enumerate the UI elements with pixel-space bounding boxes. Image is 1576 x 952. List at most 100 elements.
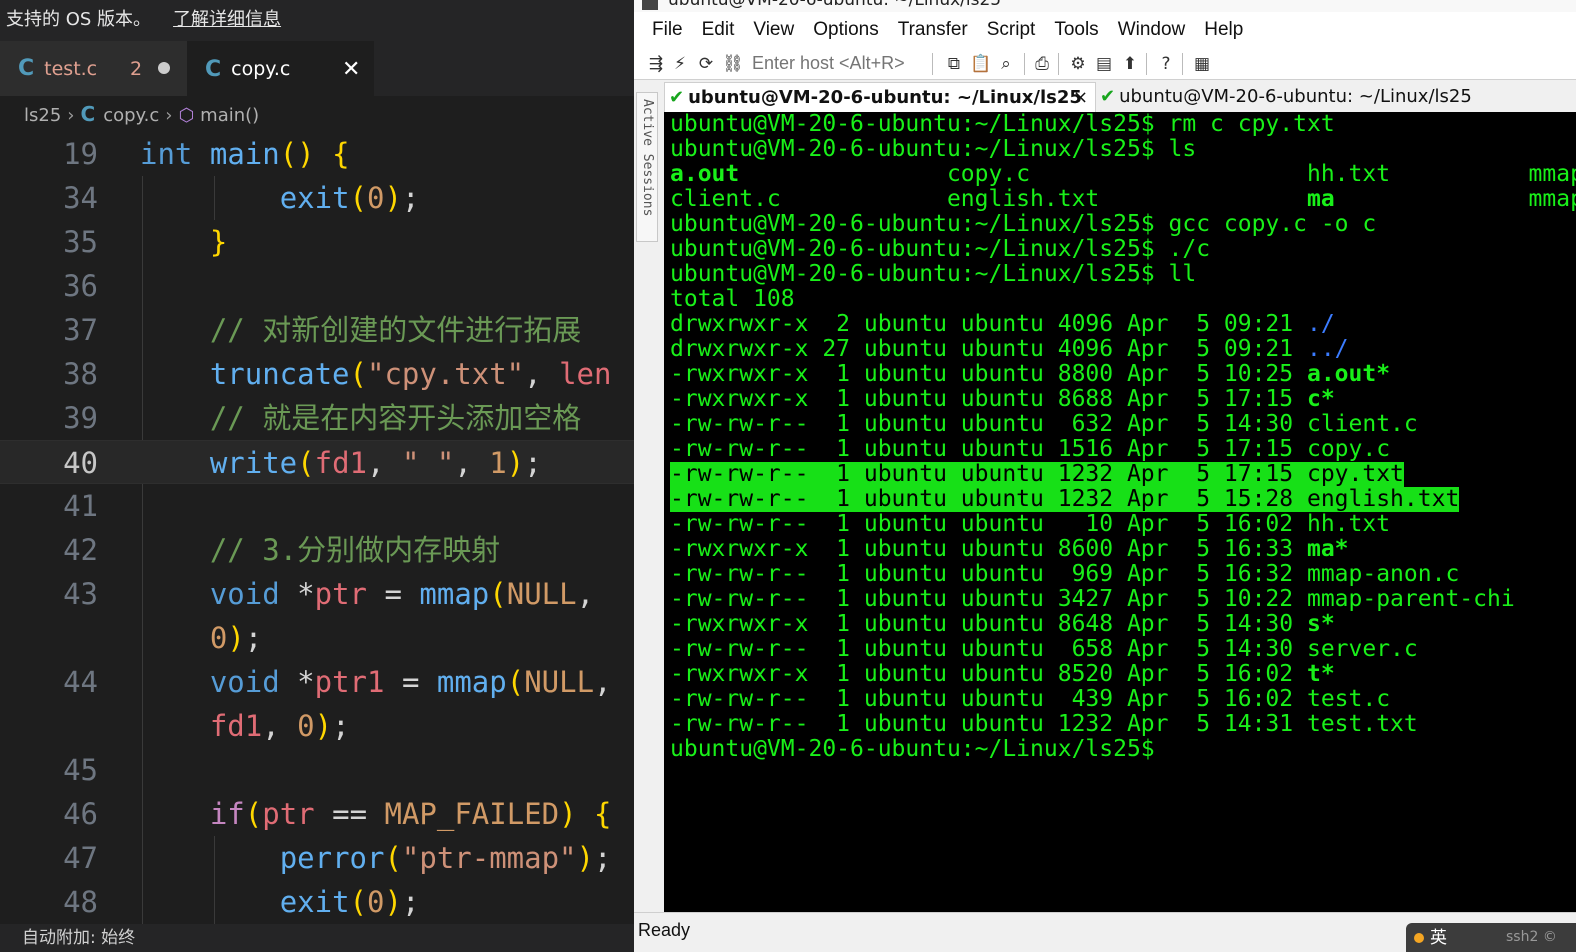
line-number: 39 <box>63 401 98 435</box>
quick-connect-icon[interactable]: ⚡ <box>670 53 690 75</box>
sftp-icon[interactable]: ⬆ <box>1120 53 1140 75</box>
menu-tools[interactable]: Tools <box>1054 19 1098 41</box>
status-bar: Ready 英 ssh2 © <box>634 912 1576 952</box>
code-text: } <box>209 225 228 259</box>
code-line[interactable]: 19 int main() { <box>0 132 634 176</box>
file-listing-row: -rw-rw-r-- 1 ubuntu ubuntu 3427 Apr 5 10… <box>670 586 1515 612</box>
securecrt-window: ubuntu@VM-20-6-ubuntu: ~/Linux/ls25 File… <box>634 0 1576 952</box>
learn-more-link[interactable]: 了解详细信息 <box>173 9 281 30</box>
code-text: void *ptr = mmap(NULL, <box>209 577 595 611</box>
terminal-command-line: ubuntu@VM-20-6-ubuntu:~/Linux/ls25$ ./c <box>670 236 1211 262</box>
tab-copy-c[interactable]: C copy.c ✕ <box>187 41 374 96</box>
active-sessions-tab[interactable]: Active Sessions <box>636 92 658 242</box>
menu-transfer[interactable]: Transfer <box>898 19 968 41</box>
c-file-icon: C <box>205 56 222 82</box>
session-sidebar: Active Sessions <box>634 82 662 912</box>
line-number: 48 <box>63 885 98 919</box>
symbol-method-icon: ⬡ <box>178 105 195 126</box>
line-number: 41 <box>63 489 98 523</box>
code-line[interactable]: 0); <box>0 616 634 660</box>
status-text: Ready <box>638 920 691 940</box>
menu-window[interactable]: Window <box>1118 19 1186 41</box>
code-line[interactable]: 38 truncate("cpy.txt", len <box>0 352 634 396</box>
code-line[interactable]: 34 exit(0); <box>0 176 634 220</box>
code-line[interactable]: 43 void *ptr = mmap(NULL, <box>0 572 634 616</box>
toolbar: ⇶ ⚡ ⟳ ⛓ ⧉ 📋 ⌕ ⎙ ⚙ ▤ ⬆ ? ▦ <box>634 48 1576 80</box>
tab-label: copy.c <box>231 58 291 80</box>
file-listing-row: -rwxrwxr-x 1 ubuntu ubuntu 8520 Apr 5 16… <box>670 661 1335 687</box>
menu-view[interactable]: View <box>753 19 794 41</box>
code-text: int main() { <box>140 137 350 171</box>
status-bar-auto-attach[interactable]: 自动附加: 始终 <box>0 924 634 952</box>
terminal-command-line: ubuntu@VM-20-6-ubuntu:~/Linux/ls25$ gcc … <box>670 211 1377 237</box>
file-listing-row: -rwxrwxr-x 1 ubuntu ubuntu 8648 Apr 5 14… <box>670 611 1335 637</box>
ls-output-row: a.out copy.c hh.txt mmap-anon.c s <box>670 161 1576 187</box>
line-number: 38 <box>63 357 98 391</box>
code-text: if(ptr == MAP_FAILED) { <box>209 797 612 831</box>
file-listing-row: -rw-rw-r-- 1 ubuntu ubuntu 10 Apr 5 16:0… <box>670 511 1391 537</box>
menu-options[interactable]: Options <box>813 19 878 41</box>
unsaved-dot-icon[interactable] <box>158 62 170 74</box>
code-line[interactable]: 37 // 对新创建的文件进行拓展 <box>0 308 634 352</box>
code-text: // 就是在内容开头添加空格 <box>209 401 582 435</box>
paste-icon[interactable]: 📋 <box>970 53 991 75</box>
find-icon[interactable]: ⌕ <box>996 53 1016 75</box>
c-file-icon: C <box>18 56 35 81</box>
code-line[interactable]: 42 // 3.分别做内存映射 <box>0 528 634 572</box>
code-line[interactable]: fd1, 0); <box>0 704 634 748</box>
breadcrumb-folder[interactable]: ls25 <box>24 105 61 126</box>
code-line[interactable]: 46 if(ptr == MAP_FAILED) { <box>0 792 634 836</box>
chevron-right-icon: › <box>165 105 173 126</box>
menu-file[interactable]: File <box>652 19 683 41</box>
file-listing-row: -rwxrwxr-x 1 ubuntu ubuntu 8800 Apr 5 10… <box>670 361 1391 387</box>
code-line[interactable]: 35 } <box>0 220 634 264</box>
menu-help[interactable]: Help <box>1204 19 1243 41</box>
copy-icon[interactable]: ⧉ <box>944 53 964 75</box>
disconnect-icon[interactable]: ⛓ <box>722 53 744 75</box>
ime-language: 英 <box>1430 928 1447 948</box>
close-icon[interactable]: × <box>1073 83 1088 113</box>
close-icon[interactable]: ✕ <box>342 57 360 82</box>
terminal-output[interactable]: ubuntu@VM-20-6-ubuntu:~/Linux/ls25$ rm c… <box>664 112 1576 912</box>
file-listing-row: -rwxrwxr-x 1 ubuntu ubuntu 8600 Apr 5 16… <box>670 536 1349 562</box>
menu-edit[interactable]: Edit <box>702 19 735 41</box>
code-line[interactable]: 47 perror("ptr-mmap"); <box>0 836 634 880</box>
session-tab-2[interactable]: ✔ ubuntu@VM-20-6-ubuntu: ~/Linux/ls25 <box>1096 82 1476 112</box>
file-listing-row: -rw-rw-r-- 1 ubuntu ubuntu 658 Apr 5 14:… <box>670 636 1418 662</box>
os-version-notice: 支持的 OS 版本。 了解详细信息 <box>0 0 634 41</box>
session-manager-icon[interactable]: ▦ <box>1192 53 1212 75</box>
window-title-bar: ubuntu@VM-20-6-ubuntu: ~/Linux/ls25 <box>634 0 1576 12</box>
help-icon[interactable]: ? <box>1156 53 1176 75</box>
reconnect-icon[interactable]: ⟳ <box>696 53 716 75</box>
toolbar-divider <box>1182 53 1183 75</box>
file-listing-row: -rw-rw-r-- 1 ubuntu ubuntu 632 Apr 5 14:… <box>670 411 1418 437</box>
breadcrumb-file[interactable]: copy.c <box>103 105 159 126</box>
code-line[interactable]: 48 exit(0); <box>0 880 634 924</box>
code-line[interactable]: 36 <box>0 264 634 308</box>
menu-script[interactable]: Script <box>987 19 1036 41</box>
notice-text: 支持的 OS 版本。 <box>6 9 152 30</box>
file-listing-row: -rw-rw-r-- 1 ubuntu ubuntu 439 Apr 5 16:… <box>670 686 1391 712</box>
keymap-icon[interactable]: ▤ <box>1094 53 1114 75</box>
print-icon[interactable]: ⎙ <box>1032 53 1052 75</box>
toolbar-divider <box>1024 53 1025 75</box>
tab-test-c[interactable]: C test.c 2 <box>0 41 187 96</box>
host-input[interactable] <box>752 50 924 77</box>
code-line[interactable]: 40 write(fd1, " ", 1); <box>0 440 634 484</box>
code-text: write(fd1, " ", 1); <box>209 446 542 480</box>
terminal-command-line: ubuntu@VM-20-6-ubuntu:~/Linux/ls25$ ls <box>670 136 1197 162</box>
gear-icon[interactable]: ⚙ <box>1068 53 1088 75</box>
code-line[interactable]: 44 void *ptr1 = mmap(NULL, <box>0 660 634 704</box>
code-editor[interactable]: 19 int main() {34 exit(0); 35 } 36 37 // 对新创… <box>0 132 634 924</box>
active-sessions-label: Active Sessions <box>640 99 655 217</box>
code-line[interactable]: 45 <box>0 748 634 792</box>
session-tab-1[interactable]: ✔ ubuntu@VM-20-6-ubuntu: ~/Linux/ls25 × <box>664 82 1096 112</box>
code-line[interactable]: 39 // 就是在内容开头添加空格 <box>0 396 634 440</box>
connect-icon[interactable]: ⇶ <box>646 53 666 75</box>
code-text: 0); <box>209 621 263 655</box>
code-line[interactable]: 41 <box>0 484 634 528</box>
line-number: 35 <box>63 225 98 259</box>
line-number: 44 <box>63 665 98 699</box>
breadcrumb-symbol[interactable]: main() <box>200 105 259 126</box>
session-tab-bar: ✔ ubuntu@VM-20-6-ubuntu: ~/Linux/ls25 × ✔… <box>664 82 1576 112</box>
